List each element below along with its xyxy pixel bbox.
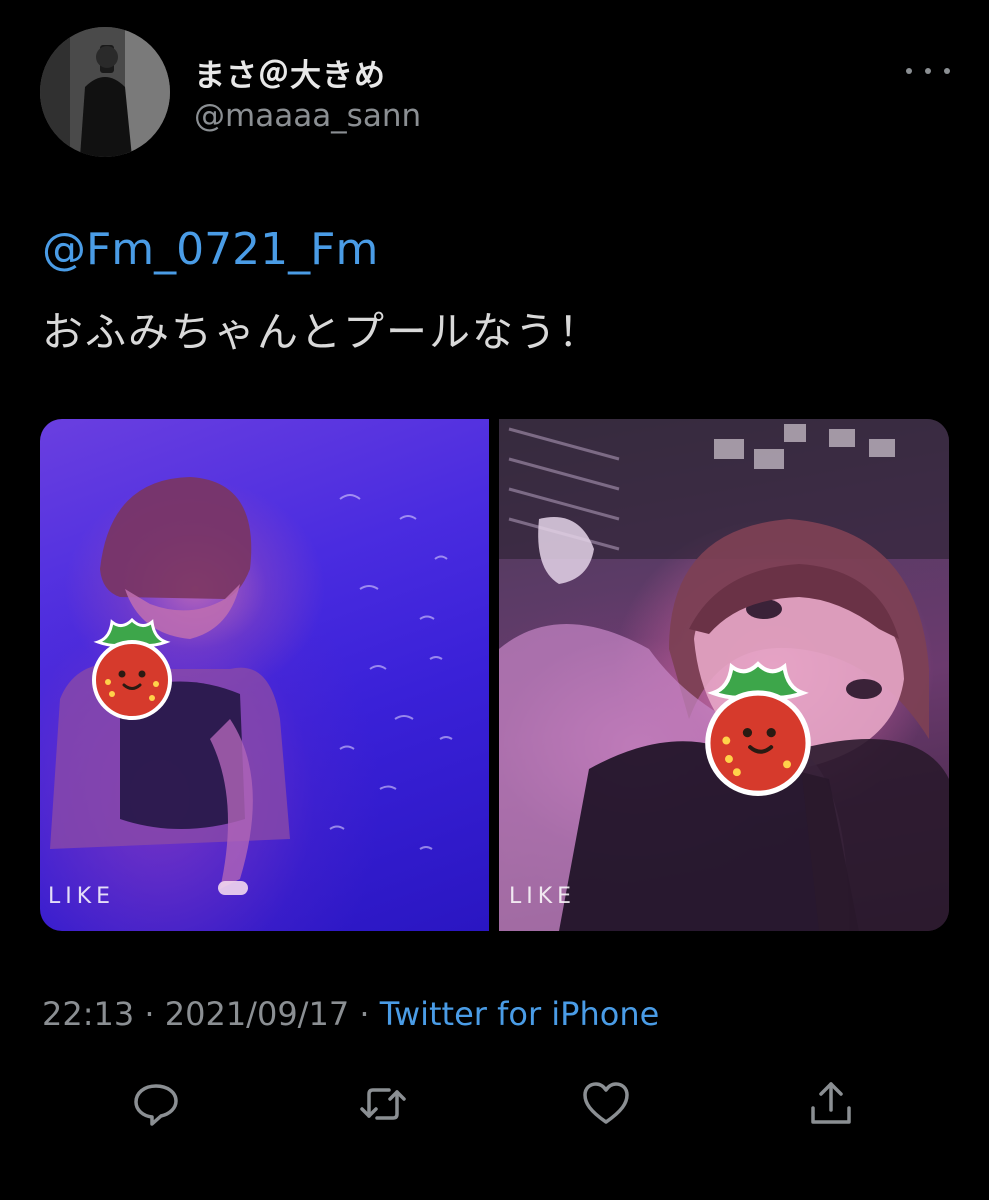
meta-separator: · <box>144 995 155 1033</box>
tweet-date: 2021/09/17 <box>164 995 350 1033</box>
watermark-text: LIKE <box>509 884 577 909</box>
tweet-meta: 22:13 · 2021/09/17 · Twitter for iPhone <box>42 995 659 1033</box>
retweet-button[interactable] <box>357 1078 409 1130</box>
reply-icon <box>134 1084 178 1126</box>
tweet-text: おふみちゃんとプールなう！ <box>42 308 601 356</box>
tweet-time: 22:13 <box>42 995 135 1033</box>
watermark-text: LIKE <box>48 884 116 909</box>
share-icon <box>811 1082 851 1124</box>
more-dot <box>944 68 950 74</box>
more-options-icon[interactable] <box>906 60 950 82</box>
media-photo-1[interactable]: LIKE <box>40 419 489 931</box>
strawberry-sticker-icon <box>92 617 172 720</box>
display-name[interactable]: まさ＠大きめ <box>194 50 386 95</box>
more-dot <box>925 68 931 74</box>
meta-separator: · <box>359 995 370 1033</box>
media-grid: LIKE LIKE <box>40 419 949 931</box>
retweet-icon <box>360 1088 406 1120</box>
more-dot <box>906 68 912 74</box>
strawberry-sticker-icon <box>705 661 811 796</box>
like-button[interactable] <box>580 1078 632 1130</box>
share-button[interactable] <box>805 1078 857 1130</box>
user-handle[interactable]: @maaaa_sann <box>194 98 421 134</box>
avatar[interactable] <box>40 27 170 157</box>
reply-button[interactable] <box>130 1078 182 1130</box>
heart-icon <box>583 1082 629 1124</box>
mention-link[interactable]: @Fm_0721_Fm <box>42 224 378 275</box>
media-photo-2[interactable]: LIKE <box>499 419 949 931</box>
tweet-source-link[interactable]: Twitter for iPhone <box>380 995 660 1033</box>
